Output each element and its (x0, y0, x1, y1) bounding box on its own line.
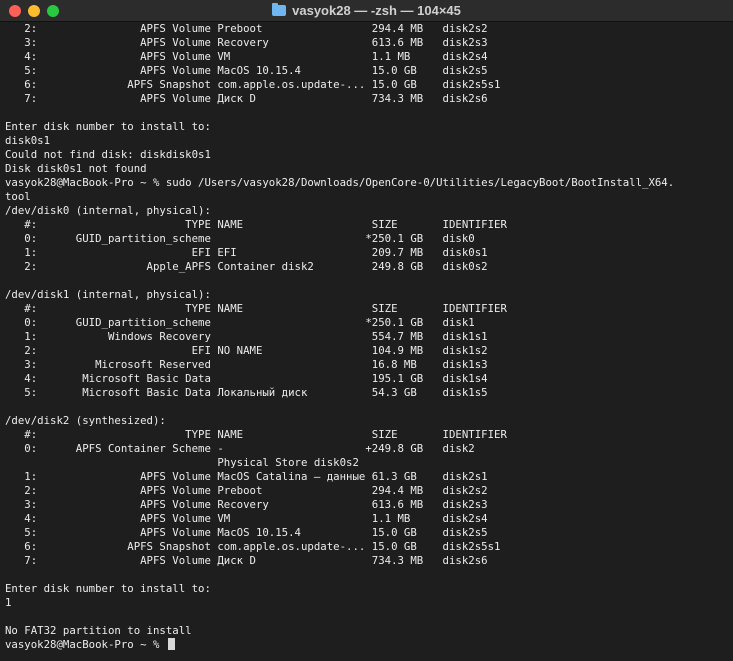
terminal-line: 0: GUID_partition_scheme *250.1 GB disk1 (5, 316, 475, 329)
terminal-line: Could not find disk: diskdisk0s1 (5, 148, 211, 161)
terminal-line: 1 (5, 596, 12, 609)
terminal-line: 7: APFS Volume Диск D 734.3 MB disk2s6 (5, 92, 488, 105)
terminal-line: 2: EFI NO NAME 104.9 MB disk1s2 (5, 344, 488, 357)
terminal-line: 3: APFS Volume Recovery 613.6 MB disk2s3 (5, 498, 488, 511)
terminal-line: 1: APFS Volume MacOS Catalina — данные 6… (5, 470, 488, 483)
terminal-line: 6: APFS Snapshot com.apple.os.update-...… (5, 78, 501, 91)
terminal-line: #: TYPE NAME SIZE IDENTIFIER (5, 218, 507, 231)
terminal-line: 5: APFS Volume MacOS 10.15.4 15.0 GB dis… (5, 526, 488, 539)
terminal-line: 5: Microsoft Basic Data Локальный диск 5… (5, 386, 488, 399)
terminal-line: tool (5, 190, 31, 203)
terminal-line: 2: APFS Volume Preboot 294.4 MB disk2s2 (5, 484, 488, 497)
terminal-line: 4: Microsoft Basic Data 195.1 GB disk1s4 (5, 372, 488, 385)
terminal-line: #: TYPE NAME SIZE IDENTIFIER (5, 428, 507, 441)
prompt-text: vasyok28@MacBook-Pro ~ % (5, 638, 166, 651)
terminal-line: /dev/disk2 (synthesized): (5, 414, 166, 427)
terminal-line: 1: Windows Recovery 554.7 MB disk1s1 (5, 330, 488, 343)
terminal-line: 2: APFS Volume Preboot 294.4 MB disk2s2 (5, 22, 488, 35)
terminal-line: Enter disk number to install to: (5, 120, 211, 133)
terminal-window: vasyok28 — -zsh — 104×45 2: APFS Volume … (0, 0, 733, 661)
terminal-line: Disk disk0s1 not found (5, 162, 147, 175)
terminal-line: 4: APFS Volume VM 1.1 MB disk2s4 (5, 50, 488, 63)
terminal-line: 7: APFS Volume Диск D 734.3 MB disk2s6 (5, 554, 488, 567)
terminal-line: No FAT32 partition to install (5, 624, 192, 637)
terminal-line: Enter disk number to install to: (5, 582, 211, 595)
terminal-output[interactable]: 2: APFS Volume Preboot 294.4 MB disk2s2 … (0, 22, 733, 661)
folder-icon (272, 3, 287, 16)
terminal-line: Physical Store disk0s2 (5, 456, 359, 469)
terminal-line: 6: APFS Snapshot com.apple.os.update-...… (5, 540, 501, 553)
terminal-line: #: TYPE NAME SIZE IDENTIFIER (5, 302, 507, 315)
terminal-line: 2: Apple_APFS Container disk2 249.8 GB d… (5, 260, 488, 273)
title-bar[interactable]: vasyok28 — -zsh — 104×45 (0, 0, 733, 22)
terminal-line: 0: APFS Container Scheme - +249.8 GB dis… (5, 442, 475, 455)
terminal-line: 4: APFS Volume VM 1.1 MB disk2s4 (5, 512, 488, 525)
text-cursor (167, 638, 175, 650)
terminal-line: disk0s1 (5, 134, 51, 147)
terminal-line: 5: APFS Volume MacOS 10.15.4 15.0 GB dis… (5, 64, 488, 77)
terminal-line: vasyok28@MacBook-Pro ~ % sudo /Users/vas… (5, 176, 675, 189)
terminal-line: 3: Microsoft Reserved 16.8 MB disk1s3 (5, 358, 488, 371)
terminal-line: 3: APFS Volume Recovery 613.6 MB disk2s3 (5, 36, 488, 49)
window-title-container: vasyok28 — -zsh — 104×45 (0, 2, 733, 19)
terminal-line: 1: EFI EFI 209.7 MB disk0s1 (5, 246, 488, 259)
terminal-line: /dev/disk1 (internal, physical): (5, 288, 211, 301)
terminal-line: /dev/disk0 (internal, physical): (5, 204, 211, 217)
prompt-line[interactable]: vasyok28@MacBook-Pro ~ % (5, 638, 733, 652)
terminal-line: 0: GUID_partition_scheme *250.1 GB disk0 (5, 232, 475, 245)
window-title: vasyok28 — -zsh — 104×45 (292, 3, 461, 18)
